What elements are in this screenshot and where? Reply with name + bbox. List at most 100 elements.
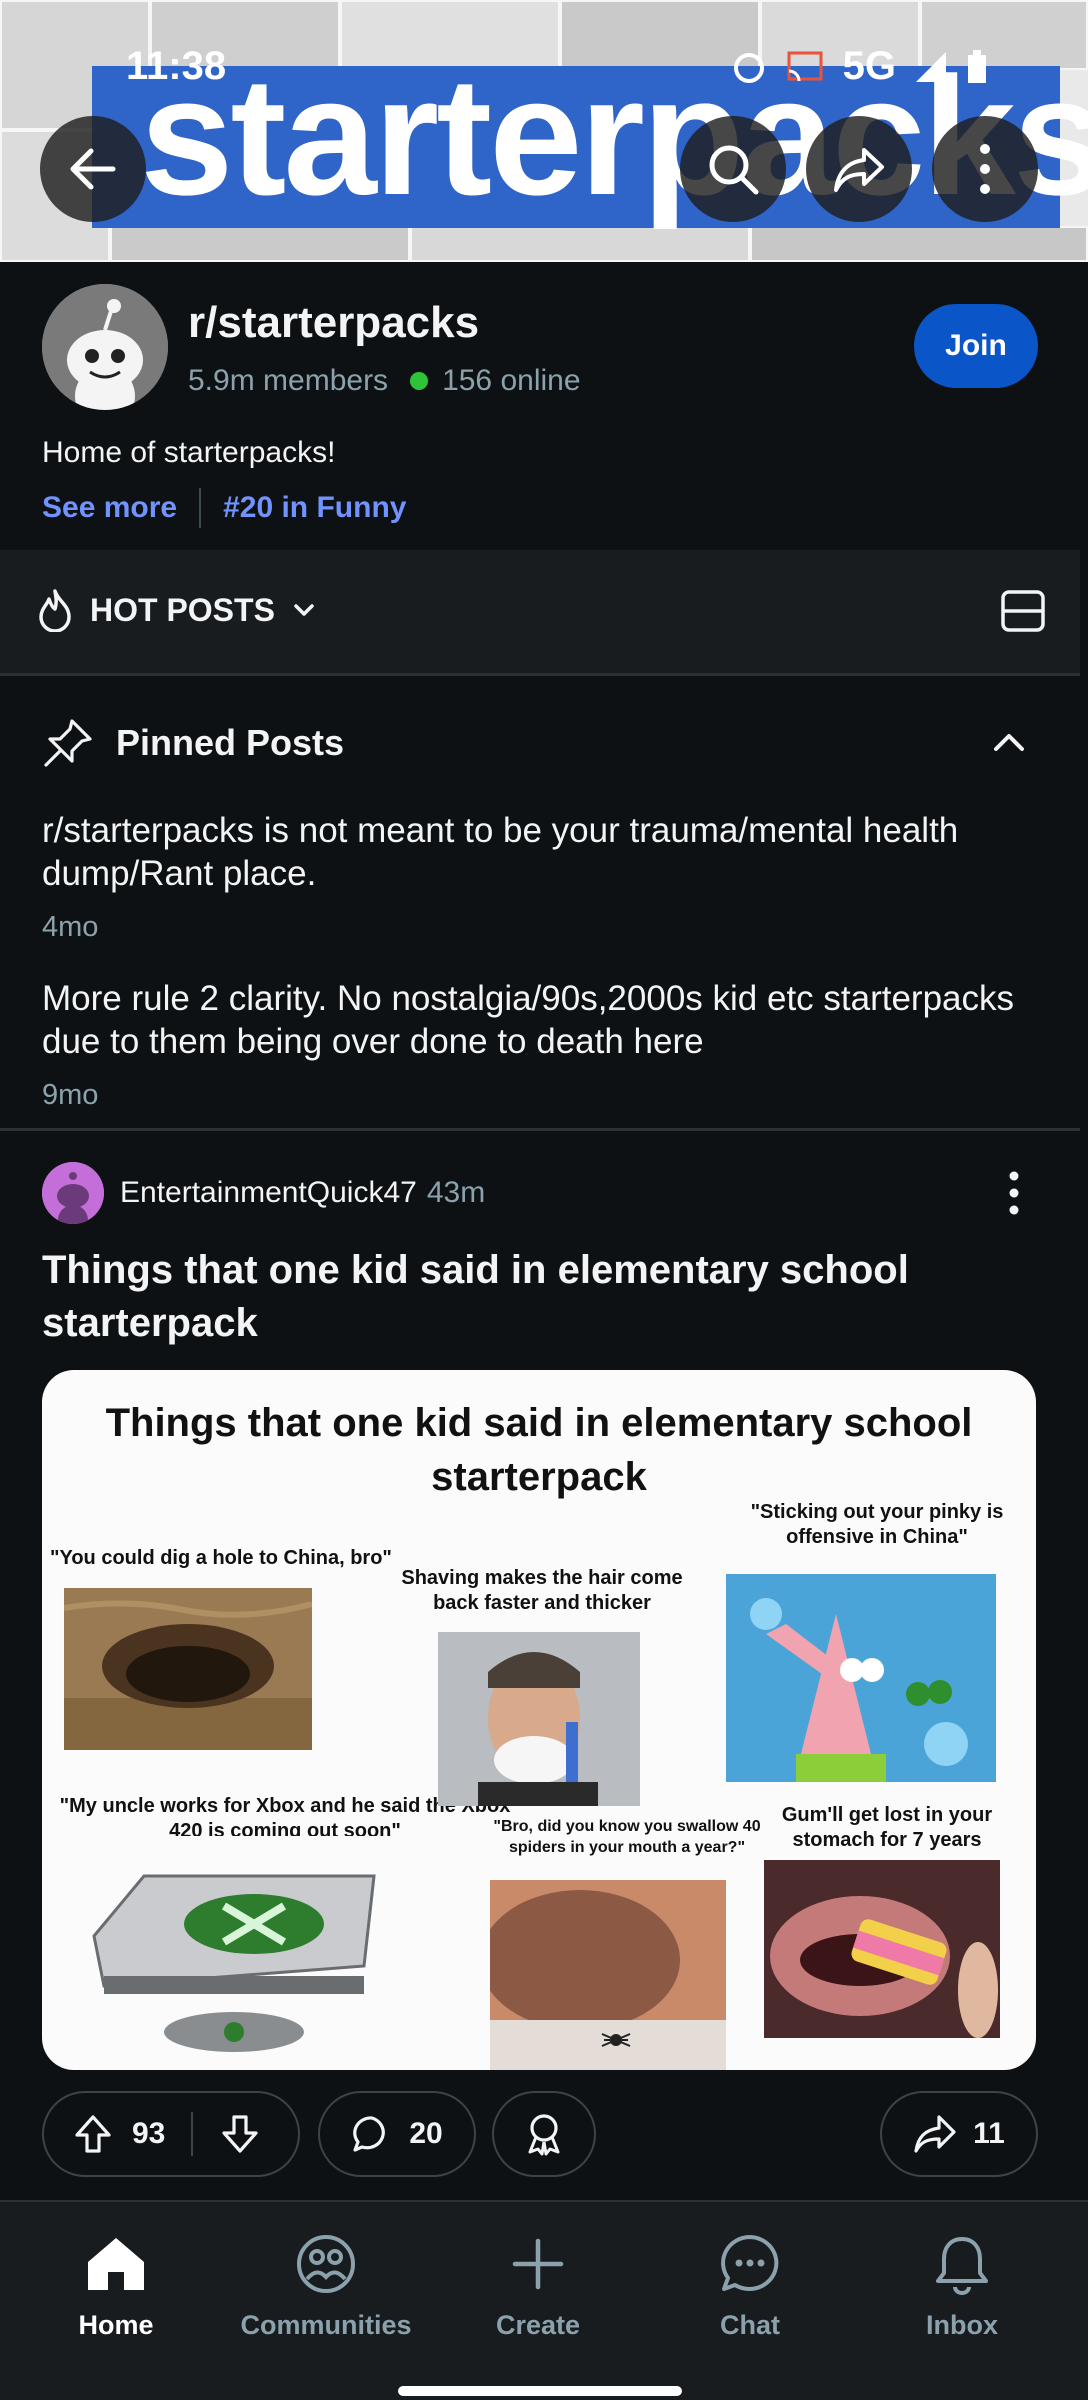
more-vertical-icon: [980, 144, 990, 194]
post-card[interactable]: EntertainmentQuick47 43m Things that one …: [0, 1134, 1080, 2197]
award-button[interactable]: [492, 2091, 596, 2177]
image-caption: "Bro, did you know you swallow 40 spider…: [493, 1818, 761, 1856]
vote-control: 93: [42, 2091, 300, 2177]
home-indicator[interactable]: [398, 2386, 682, 2396]
comments-button[interactable]: 20: [318, 2091, 476, 2177]
signal-icon: [916, 51, 946, 82]
pinned-post-age: 9mo: [42, 1079, 99, 1111]
nav-label: Chat: [720, 2310, 780, 2340]
cast-icon: [787, 51, 823, 81]
comment-count: 20: [409, 2117, 443, 2150]
nav-label: Home: [78, 2310, 154, 2340]
community-header: r/starterpacks 5.9m members 156 online J…: [0, 262, 1080, 550]
search-icon: [709, 145, 759, 195]
comment-icon: [353, 2116, 386, 2152]
image-caption: Gum'll get lost in your stomach for 7 ye…: [781, 1804, 993, 1851]
spider-picture: [490, 1880, 726, 2070]
search-button[interactable]: [680, 116, 786, 222]
share-icon: [914, 2115, 956, 2153]
community-avatar[interactable]: [42, 284, 168, 410]
arrow-left-icon: [70, 148, 116, 190]
share-post-button[interactable]: 11: [880, 2091, 1038, 2177]
alarm-icon: [733, 52, 764, 83]
award-icon: [528, 2114, 560, 2156]
nav-label: Communities: [240, 2310, 412, 2340]
bell-icon: [936, 2237, 988, 2295]
snoo-avatar-icon: [42, 1162, 104, 1224]
more-vertical-icon: [1009, 1171, 1019, 1215]
nav-chat[interactable]: Chat: [660, 2228, 840, 2341]
online-indicator-icon: [410, 372, 429, 390]
pinned-post-age: 4mo: [42, 911, 99, 943]
pinned-posts-header[interactable]: Pinned Posts: [42, 717, 344, 769]
image-caption: "You could dig a hole to China, bro": [50, 1547, 392, 1569]
view-mode-button[interactable]: [1000, 588, 1046, 639]
upvote-icon: [75, 2115, 111, 2153]
downvote-icon: [222, 2115, 258, 2153]
chevron-up-icon: [994, 734, 1024, 751]
pinned-post-item[interactable]: More rule 2 clarity. No nostalgia/90s,20…: [42, 977, 1042, 1112]
bottom-navigation: Home Communities Create Chat Inbox: [0, 2200, 1088, 2400]
battery-icon: [968, 49, 986, 83]
share-count: 11: [973, 2117, 1005, 2150]
nav-label: Create: [495, 2310, 581, 2340]
divider: [199, 488, 202, 528]
more-options-button[interactable]: [932, 116, 1038, 222]
sort-bar: HOT POSTS: [0, 550, 1080, 676]
nav-home[interactable]: Home: [26, 2228, 206, 2341]
join-button[interactable]: Join: [914, 304, 1038, 388]
home-icon: [88, 2238, 144, 2290]
card-view-icon: [1001, 590, 1045, 632]
post-author-name[interactable]: EntertainmentQuick47: [120, 1176, 417, 1209]
share-button[interactable]: [806, 116, 912, 222]
collapse-pinned-button[interactable]: [992, 729, 1026, 760]
sort-label: HOT POSTS: [90, 591, 275, 628]
community-description: Home of starterpacks!: [42, 436, 336, 469]
image-caption: Shaving makes the hair come back faster …: [401, 1567, 683, 1614]
back-button[interactable]: [40, 116, 146, 222]
snoo-avatar-icon: [42, 284, 168, 410]
plus-icon: [512, 2238, 564, 2290]
pin-icon: [44, 719, 92, 767]
nav-create[interactable]: Create: [448, 2228, 628, 2341]
member-count: 5.9m members: [188, 364, 389, 397]
nav-inbox[interactable]: Inbox: [872, 2228, 1052, 2341]
post-age: 43m: [426, 1176, 486, 1209]
shaving-man-picture: [438, 1632, 640, 1806]
post-actions: 93 20 11: [0, 2091, 1080, 2177]
nav-label: Inbox: [926, 2310, 998, 2340]
status-icons: 5G: [731, 44, 988, 89]
pinned-posts-section: Pinned Posts r/starterpacks is not meant…: [0, 679, 1080, 1131]
pinned-post-title: More rule 2 clarity. No nostalgia/90s,20…: [42, 979, 1015, 1061]
hole-picture: [64, 1588, 312, 1750]
status-time: 11:38: [126, 44, 227, 88]
patrick-picture: [726, 1574, 996, 1782]
share-icon: [834, 148, 884, 192]
pinned-post-title: r/starterpacks is not meant to be your t…: [42, 811, 959, 893]
post-image[interactable]: Things that one kid said in elementary s…: [42, 1370, 1036, 2070]
sort-dropdown[interactable]: HOT POSTS: [36, 588, 317, 632]
gum-picture: [764, 1860, 1000, 2038]
see-more-link[interactable]: See more: [42, 491, 177, 525]
chat-icon: [721, 2235, 779, 2291]
communities-icon: [297, 2235, 355, 2293]
nav-communities[interactable]: Communities: [236, 2228, 416, 2341]
pinned-post-item[interactable]: r/starterpacks is not meant to be your t…: [42, 809, 1042, 944]
post-title[interactable]: Things that one kid said in elementary s…: [42, 1244, 1042, 1350]
community-rank-link[interactable]: #20 in Funny: [223, 491, 406, 525]
online-count: 156 online: [442, 364, 581, 397]
flame-icon: [39, 589, 71, 632]
chevron-down-icon: [294, 604, 314, 616]
post-options-button[interactable]: [1006, 1170, 1022, 1221]
pinned-posts-title: Pinned Posts: [116, 722, 345, 763]
community-links: See more #20 in Funny: [42, 488, 406, 528]
upvote-count: 93: [132, 2117, 166, 2150]
image-title: Things that one kid said in elementary s…: [105, 1401, 973, 1499]
author-avatar[interactable]: [42, 1162, 104, 1224]
image-caption: "Sticking out your pinky is offensive in…: [750, 1501, 1004, 1548]
downvote-button[interactable]: [193, 2113, 261, 2155]
community-name: r/starterpacks: [188, 298, 480, 347]
post-meta: EntertainmentQuick47 43m: [120, 1176, 485, 1210]
community-banner: starterpacks 11:38 5G: [0, 0, 1088, 262]
upvote-button[interactable]: 93: [44, 2113, 165, 2155]
